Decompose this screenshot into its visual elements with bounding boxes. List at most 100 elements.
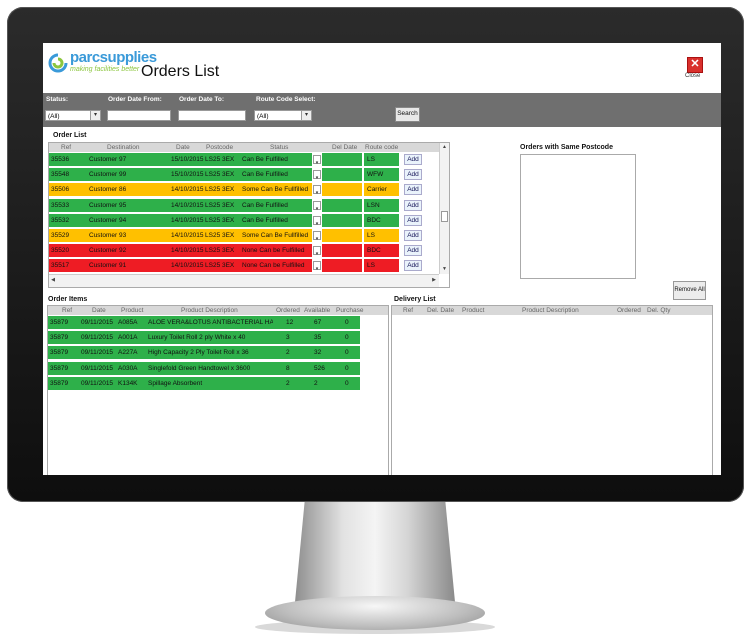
product-description-cell: Singlefold Green Handtowel x 3600 <box>148 364 251 372</box>
date-cell: 09/11/2015 <box>81 334 114 342</box>
table-row[interactable]: 35879 09/11/2015 K134K Spillage Absorbent 2 2… <box>48 376 360 391</box>
add-button[interactable]: Add <box>404 260 422 272</box>
ordered-cell: 8 <box>286 364 290 372</box>
ref-cell: 35532 <box>51 216 70 224</box>
col-header-ref: Ref <box>403 307 414 314</box>
col-header-destination: Destination <box>107 144 140 151</box>
col-header-product-description: Product Description <box>522 307 579 314</box>
remove-all-button[interactable]: Remove All <box>673 281 706 300</box>
row-del-date-cell[interactable] <box>322 244 362 258</box>
app-header: parcsupplies making facilities better Or… <box>43 43 721 93</box>
order-items-header: Ref Date Product Product Description Ord… <box>48 306 388 315</box>
table-row[interactable]: 35520 Customer 92 14/10/2015 LS25 3EX None C… <box>49 244 439 259</box>
route-code-label: Route Code Select: <box>256 96 316 103</box>
table-row[interactable]: 35548 Customer 99 15/10/2015 LS25 3EX Can Be… <box>49 168 439 183</box>
row-del-date-cell[interactable] <box>322 153 362 166</box>
delivery-list-grid[interactable]: Ref Del. Date Product Product Descriptio… <box>391 305 713 475</box>
col-header-del-date: Del. Date <box>427 307 455 314</box>
route-code-cell: WFW <box>367 171 384 179</box>
monitor-bezel: parcsupplies making facilities better Or… <box>7 7 744 502</box>
status-dropdown[interactable]: ▾ <box>313 215 321 227</box>
table-row[interactable]: 35879 09/11/2015 A085A ALOE VERA&LOTUS ANTI… <box>48 316 360 330</box>
date-to-input[interactable] <box>178 110 246 121</box>
table-row[interactable]: 35506 Customer 86 14/10/2015 LS25 3EX Some C… <box>49 183 439 198</box>
route-code-cell: LS <box>367 262 375 270</box>
add-button[interactable]: Add <box>404 169 422 181</box>
date-cell: 14/10/2015 <box>171 201 204 209</box>
order-items-grid: Ref Date Product Product Description Ord… <box>47 305 389 475</box>
row-del-date-cell[interactable] <box>322 229 362 242</box>
add-button[interactable]: Add <box>404 199 422 211</box>
available-cell: 526 <box>314 364 325 372</box>
ref-cell: 35520 <box>51 247 70 255</box>
table-row[interactable]: 35529 Customer 93 14/10/2015 LS25 3EX Some C… <box>49 229 439 243</box>
route-code-select[interactable]: (All) ▾ <box>254 110 312 121</box>
date-from-label: Order Date From: <box>108 96 162 103</box>
status-dropdown[interactable]: ▾ <box>313 170 321 181</box>
table-row[interactable]: 35879 09/11/2015 A001A Luxury Toilet Roll 2… <box>48 331 360 346</box>
product-description-cell: High Capacity 2 Ply Toilet Roll x 36 <box>148 349 249 357</box>
order-list-vscrollbar[interactable]: ▲ ▼ <box>439 143 449 274</box>
status-dropdown[interactable]: ▾ <box>313 200 321 212</box>
status-dropdown[interactable]: ▾ <box>313 231 321 242</box>
date-cell: 09/11/2015 <box>81 349 114 357</box>
ordered-cell: 2 <box>286 349 290 357</box>
order-list-hscrollbar[interactable]: ◀ ▶ <box>49 274 439 287</box>
date-cell: 15/10/2015 <box>171 156 204 163</box>
status-dropdown[interactable]: ▾ <box>313 246 321 257</box>
scroll-right-icon[interactable]: ▶ <box>430 276 438 285</box>
status-dropdown[interactable]: ▾ <box>313 155 321 166</box>
same-postcode-list[interactable] <box>520 154 636 279</box>
row-del-date-cell[interactable] <box>322 198 362 212</box>
table-row[interactable]: 35536 Customer 97 15/10/2015 LS25 3EX Can Be… <box>49 153 439 167</box>
ref-cell: 35879 <box>50 334 69 342</box>
destination-cell: Customer 91 <box>89 262 127 270</box>
col-header-ref: Ref <box>62 307 73 314</box>
row-del-date-cell[interactable] <box>322 183 362 197</box>
close-button[interactable]: ✕ <box>687 57 703 73</box>
scroll-up-icon[interactable]: ▲ <box>440 143 449 152</box>
ref-cell: 35879 <box>50 349 69 357</box>
add-button[interactable]: Add <box>404 214 422 226</box>
status-dropdown[interactable]: ▾ <box>313 185 321 196</box>
col-header-ref: Ref <box>61 144 72 151</box>
table-row[interactable]: 35533 Customer 95 14/10/2015 LS25 3EX Can Be… <box>49 198 439 213</box>
col-header-purchase: Purchase <box>336 307 364 314</box>
scroll-thumb[interactable] <box>441 211 448 222</box>
table-row[interactable]: 35532 Customer 94 14/10/2015 LS25 3EX Can Be… <box>49 213 439 228</box>
status-cell: None Can be Fulfilled <box>242 247 305 255</box>
row-del-date-cell[interactable] <box>322 259 362 273</box>
table-row[interactable]: 35879 09/11/2015 A227A High Capacity 2 Ply … <box>48 346 360 361</box>
scroll-left-icon[interactable]: ◀ <box>49 276 57 285</box>
add-button[interactable]: Add <box>404 154 422 165</box>
purchase-cell: 0 <box>345 349 349 357</box>
postcode-cell: LS25 3EX <box>205 171 235 179</box>
scroll-down-icon[interactable]: ▼ <box>440 265 449 274</box>
purchase-cell: 0 <box>345 319 349 326</box>
postcode-cell: LS25 3EX <box>205 156 235 163</box>
destination-cell: Customer 94 <box>89 216 127 224</box>
postcode-cell: LS25 3EX <box>205 201 235 209</box>
order-list-label: Order List <box>53 132 87 139</box>
route-code-cell: LS <box>367 156 375 163</box>
table-row[interactable]: 35517 Customer 91 14/10/2015 LS25 3EX None C… <box>49 259 439 274</box>
order-list-header: Ref Destination Date Postcode Status Del… <box>49 143 439 152</box>
purchase-cell: 0 <box>345 379 349 387</box>
row-del-date-cell[interactable] <box>322 213 362 227</box>
page-title: Orders List <box>141 63 220 80</box>
add-button[interactable]: Add <box>404 245 422 257</box>
row-del-date-cell[interactable] <box>322 168 362 182</box>
date-cell: 14/10/2015 <box>171 186 204 194</box>
status-dropdown[interactable]: ▾ <box>313 261 321 272</box>
add-button[interactable]: Add <box>404 230 422 241</box>
table-row[interactable]: 35879 09/11/2015 A030A Singlefold Green Han… <box>48 361 360 376</box>
status-select[interactable]: (All) ▾ <box>45 110 101 121</box>
delivery-list-label: Delivery List <box>394 296 436 303</box>
destination-cell: Customer 99 <box>89 171 127 179</box>
postcode-cell: LS25 3EX <box>205 232 235 239</box>
search-button[interactable]: Search <box>395 107 420 122</box>
app-window: parcsupplies making facilities better Or… <box>43 43 721 475</box>
add-button[interactable]: Add <box>404 184 422 196</box>
date-from-input[interactable] <box>107 110 171 121</box>
date-cell: 15/10/2015 <box>171 171 204 179</box>
